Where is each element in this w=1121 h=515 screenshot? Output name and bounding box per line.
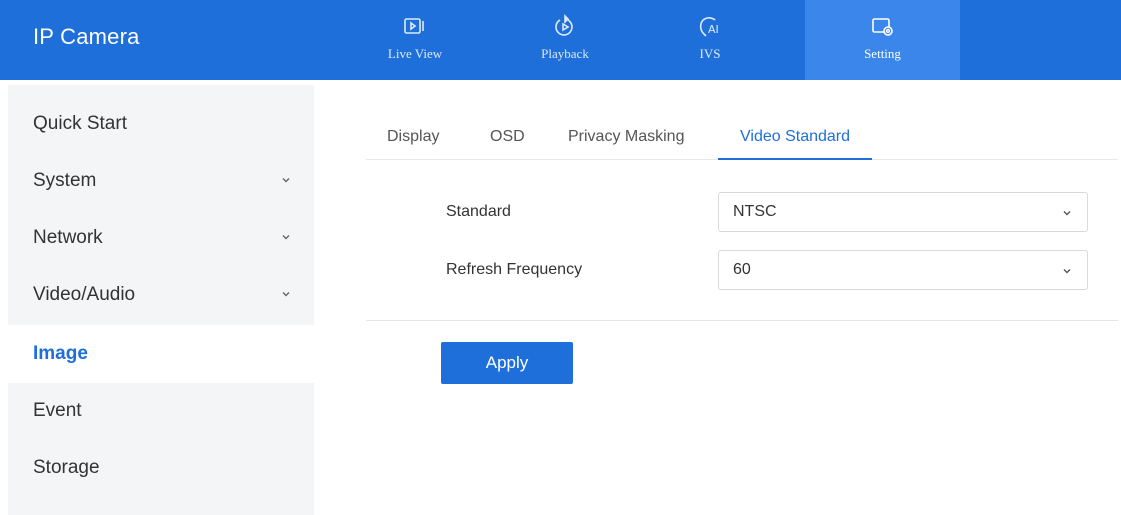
tab-display[interactable]: Display (387, 128, 439, 160)
sidebar-item-label: System (33, 170, 97, 191)
nav-label: Playback (541, 46, 589, 61)
standard-value: NTSC (733, 203, 777, 220)
top-bar: IP Camera Live View Playback AI IVS Sett… (0, 0, 1121, 80)
app-title: IP Camera (33, 24, 140, 49)
nav-label: Live View (387, 46, 443, 61)
sidebar-item-storage[interactable]: Storage (8, 439, 314, 497)
nav-setting[interactable]: Setting (805, 0, 960, 80)
sidebar-item-label: Storage (33, 457, 100, 478)
sidebar-item-label: Video/Audio (33, 284, 136, 305)
sidebar-item-event[interactable]: Event (8, 382, 314, 440)
nav-label: Setting (864, 46, 901, 61)
tab-privacy-masking[interactable]: Privacy Masking (568, 128, 684, 160)
sidebar-item-network[interactable]: Network (8, 209, 314, 267)
sidebar-item-image[interactable]: Image (8, 325, 314, 383)
tab-video-standard[interactable]: Video Standard (718, 128, 873, 160)
form-divider (366, 320, 1118, 321)
refresh-frequency-label: Refresh Frequency (446, 261, 583, 278)
ai-icon: AI (699, 17, 719, 37)
apply-button[interactable]: Apply (441, 342, 573, 384)
chevron-down-icon (282, 178, 290, 183)
live-view-icon (404, 18, 424, 34)
standard-label: Standard (446, 203, 511, 220)
sidebar-item-label: Quick Start (33, 113, 127, 134)
nav-label: IVS (699, 46, 721, 61)
sidebar-item-video-audio[interactable]: Video/Audio (8, 266, 314, 324)
settings-tabs: Display OSD Privacy Masking Video Standa… (366, 118, 1118, 160)
svg-text:AI: AI (708, 23, 719, 36)
refresh-frequency-value: 60 (733, 261, 751, 278)
sidebar-item-label: Network (33, 227, 103, 248)
chevron-down-icon (282, 292, 290, 297)
nav-live-view[interactable]: Live View (350, 0, 480, 80)
sidebar: Quick Start System Network Video/Audio I… (8, 85, 314, 515)
sidebar-item-quick-start[interactable]: Quick Start (8, 95, 314, 153)
sidebar-item-system[interactable]: System (8, 152, 314, 210)
playback-icon (555, 14, 573, 36)
sidebar-item-label: Event (33, 400, 82, 421)
nav-playback[interactable]: Playback (500, 0, 630, 80)
chevron-down-icon (1063, 211, 1071, 216)
chevron-down-icon (1063, 269, 1071, 274)
refresh-frequency-select[interactable]: 60 (718, 250, 1088, 290)
setting-icon (871, 18, 893, 36)
nav-ivs[interactable]: AI IVS (645, 0, 775, 80)
sidebar-item-label: Image (33, 343, 88, 364)
chevron-down-icon (282, 235, 290, 240)
tab-osd[interactable]: OSD (490, 128, 525, 160)
standard-select[interactable]: NTSC (718, 192, 1088, 232)
